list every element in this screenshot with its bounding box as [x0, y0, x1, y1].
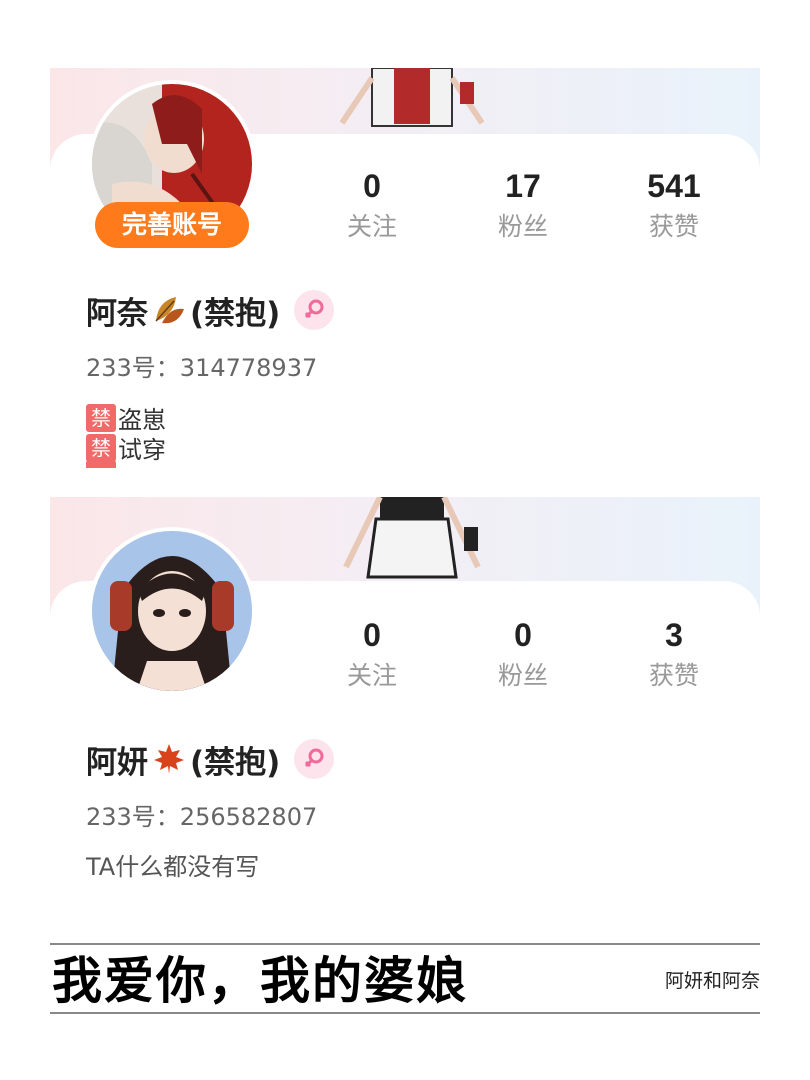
- caption-credit: 阿妍和阿奈: [664, 970, 760, 992]
- profile-name-suffix: (禁抱): [190, 295, 281, 332]
- divider-top: [50, 943, 760, 945]
- stat-label: 关注: [346, 661, 397, 690]
- bio-line-cut: [86, 460, 118, 468]
- stat-value: 0: [363, 617, 381, 653]
- ban-tag-partial: [86, 460, 116, 468]
- profile-name-suffix: (禁抱): [190, 744, 281, 781]
- profile-name: 阿妍: [86, 744, 148, 781]
- stat-label: 粉丝: [497, 661, 548, 690]
- user-id: 233号：314778937: [86, 354, 318, 382]
- profile-name: 阿奈: [86, 295, 148, 332]
- profile-card-1: 完善账号 0 关注 17 粉丝 541 获赞 阿奈 (禁抱) 233号：3147…: [50, 68, 760, 468]
- stat-value: 0: [363, 168, 381, 204]
- stat-label: 关注: [346, 212, 397, 241]
- stat-value: 17: [505, 168, 541, 204]
- banner-character-figure: [339, 68, 485, 127]
- avatar-image: [92, 531, 252, 691]
- stat-value: 0: [514, 617, 532, 653]
- stat-following[interactable]: 0 关注: [312, 617, 432, 691]
- bio-text: TA什么都没有写: [86, 853, 260, 881]
- profile-name-row: 阿奈 (禁抱): [86, 288, 335, 332]
- ban-tag: 禁: [86, 433, 116, 462]
- stat-followers[interactable]: 0 粉丝: [463, 617, 583, 691]
- stat-likes[interactable]: 541 获赞: [614, 168, 734, 242]
- profile-name-row: 阿妍 (禁抱): [86, 737, 335, 781]
- stat-following[interactable]: 0 关注: [312, 168, 432, 242]
- fallen-leaf-icon: [155, 297, 184, 324]
- stat-label: 粉丝: [497, 212, 548, 241]
- bio-text: 试穿: [118, 436, 166, 464]
- complete-account-button[interactable]: 完善账号: [95, 202, 249, 248]
- banner-character-figure: [343, 497, 481, 579]
- avatar[interactable]: [88, 527, 256, 695]
- ban-tag: 禁: [86, 403, 116, 432]
- maple-leaf-icon: [154, 744, 184, 774]
- female-gender-icon: [294, 290, 335, 330]
- user-id: 233号：256582807: [86, 803, 318, 831]
- stat-label: 获赞: [648, 661, 699, 690]
- divider-bottom: [50, 1012, 760, 1014]
- profile-card-2: 0 关注 0 粉丝 3 获赞 阿妍 (禁抱) 233号：256582807 TA…: [50, 497, 760, 897]
- stat-label: 获赞: [648, 212, 699, 241]
- stat-value: 541: [647, 168, 701, 204]
- stat-likes[interactable]: 3 获赞: [614, 617, 734, 691]
- caption-headline: 我爱你，我的婆娘: [52, 952, 468, 1010]
- stat-value: 3: [665, 617, 683, 653]
- female-gender-icon: [294, 739, 335, 779]
- stat-followers[interactable]: 17 粉丝: [463, 168, 583, 242]
